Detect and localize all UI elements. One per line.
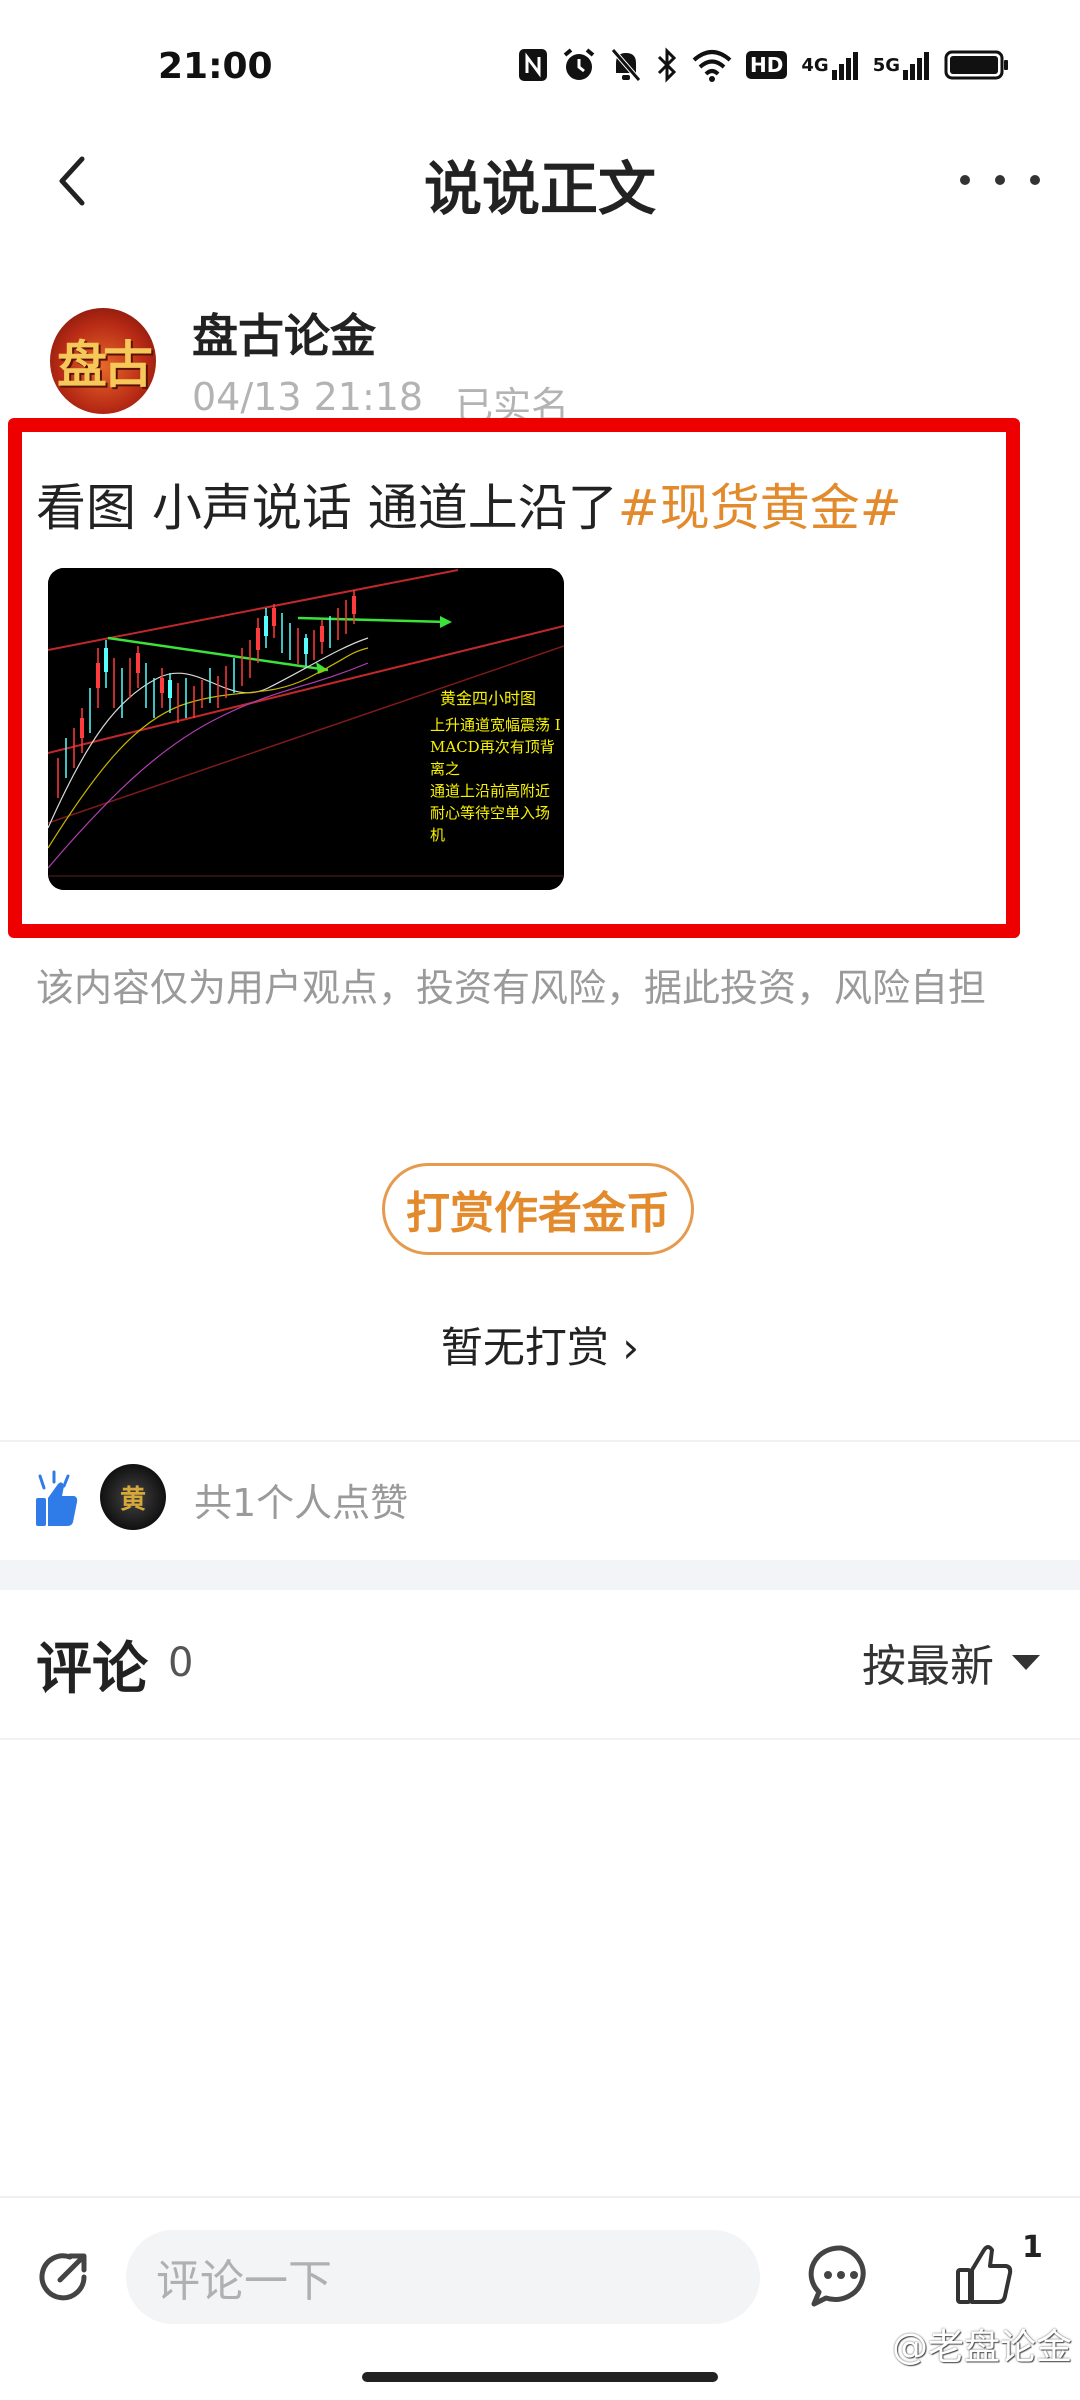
- sort-label: 按最新: [862, 1641, 994, 1692]
- sort-dropdown[interactable]: 按最新: [862, 1630, 1040, 1694]
- reward-author-button[interactable]: 打赏作者金币: [382, 1163, 694, 1255]
- net1-label: 4G: [801, 54, 829, 76]
- battery-icon: [944, 46, 1010, 84]
- comment-input[interactable]: 评论一下: [126, 2230, 760, 2324]
- section-separator: [0, 1560, 1080, 1590]
- top-navigation: 说说正文: [0, 120, 1080, 240]
- divider: [0, 1738, 1080, 1740]
- liker-avatar[interactable]: 黄: [100, 1464, 166, 1530]
- like-burst-icon: [36, 1470, 78, 1526]
- status-time: 21:00: [158, 46, 273, 87]
- signal-4g-icon: 4G: [801, 46, 858, 84]
- mute-icon: [610, 46, 642, 84]
- reward-status-link[interactable]: 暂无打赏 ›: [0, 1314, 1080, 1375]
- status-bar: 21:00 HD 4G 5G: [0, 0, 1080, 130]
- nfc-icon: [518, 46, 548, 84]
- hd-icon: HD: [746, 46, 788, 84]
- risk-disclaimer: 该内容仅为用户观点，投资有风险，据此投资，风险自担: [36, 966, 987, 1010]
- likes-summary: 共1个人点赞: [194, 1481, 409, 1525]
- more-dot-icon: [1030, 175, 1040, 185]
- status-icons: HD 4G 5G: [518, 46, 1010, 84]
- wifi-icon: [692, 46, 732, 84]
- thumbs-up-icon[interactable]: [954, 2238, 1014, 2308]
- red-highlight-frame: [8, 418, 1020, 938]
- bluetooth-icon: [656, 46, 678, 84]
- page-title: 说说正文: [423, 155, 656, 223]
- caret-down-icon: [1012, 1654, 1040, 1670]
- more-options-button[interactable]: [960, 150, 1040, 210]
- net2-label: 5G: [872, 54, 900, 76]
- author-name[interactable]: 盘古论金: [192, 300, 376, 366]
- home-indicator[interactable]: [362, 2372, 718, 2382]
- likes-row[interactable]: 黄 共1个人点赞: [0, 1440, 1080, 1560]
- alarm-icon: [562, 46, 596, 84]
- watermark: @老盘论金: [891, 2327, 1072, 2368]
- like-count: 1: [1022, 2230, 1043, 2265]
- author-avatar[interactable]: 盘古: [50, 308, 156, 414]
- comments-heading: 评论: [36, 1637, 148, 1702]
- more-dot-icon: [960, 175, 970, 185]
- more-dot-icon: [995, 175, 1005, 185]
- signal-5g-icon: 5G: [873, 46, 930, 84]
- comments-count: 0: [168, 1640, 194, 1686]
- comment-bubble-icon[interactable]: [806, 2242, 876, 2312]
- share-icon[interactable]: [30, 2244, 96, 2310]
- hd-label: HD: [746, 51, 788, 79]
- avatar-logo-text: 盘古: [57, 335, 153, 394]
